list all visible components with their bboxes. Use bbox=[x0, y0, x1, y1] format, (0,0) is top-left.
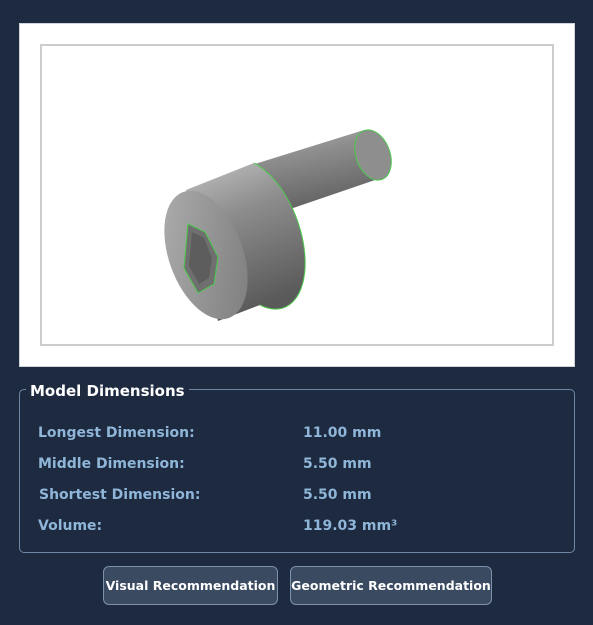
dimension-label: Shortest Dimension: bbox=[39, 487, 201, 503]
visual-recommendation-button[interactable]: Visual Recommendation bbox=[103, 566, 278, 605]
screw-model-render[interactable] bbox=[42, 46, 552, 344]
dimension-row-longest: Longest Dimension: 11.00 mm bbox=[20, 422, 574, 444]
dimension-value: 119.03 mm³ bbox=[303, 518, 398, 534]
dimension-label: Middle Dimension: bbox=[38, 456, 185, 472]
dimension-value: 5.50 mm bbox=[303, 487, 372, 503]
dimension-label: Longest Dimension: bbox=[38, 425, 195, 441]
model-viewport[interactable] bbox=[40, 44, 554, 346]
dimension-row-shortest: Shortest Dimension: 5.50 mm bbox=[20, 484, 574, 506]
dimension-value: 11.00 mm bbox=[303, 425, 382, 441]
dimension-label: Volume: bbox=[38, 518, 103, 534]
model-dimensions-panel: Model Dimensions Longest Dimension: 11.0… bbox=[19, 381, 575, 553]
geometric-recommendation-button[interactable]: Geometric Recommendation bbox=[290, 566, 492, 605]
dimension-row-middle: Middle Dimension: 5.50 mm bbox=[20, 453, 574, 475]
panel-title: Model Dimensions bbox=[26, 381, 189, 401]
dimension-value: 5.50 mm bbox=[303, 456, 372, 472]
model-viewer[interactable] bbox=[19, 23, 575, 367]
dimension-row-volume: Volume: 119.03 mm³ bbox=[20, 515, 574, 537]
